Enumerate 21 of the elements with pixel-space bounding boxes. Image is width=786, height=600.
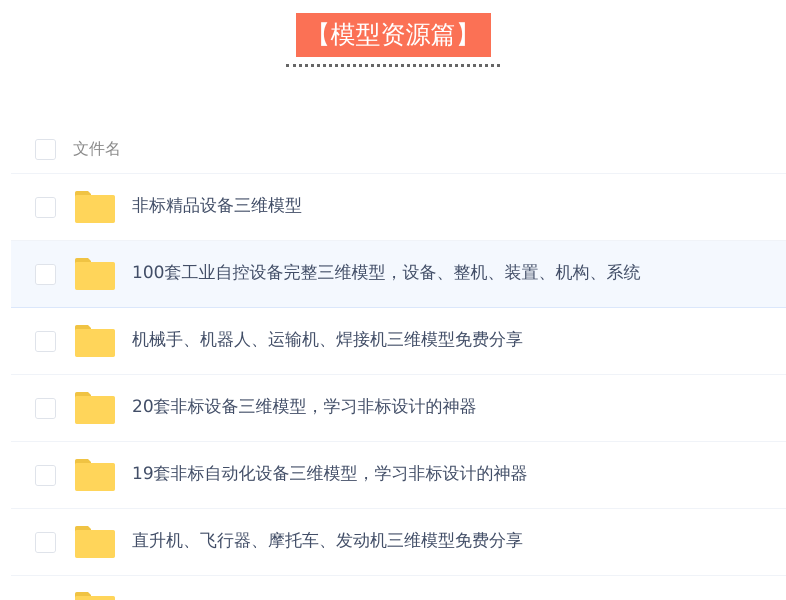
folder-icon — [75, 459, 115, 491]
folder-icon — [75, 258, 115, 290]
folder-icon — [75, 325, 115, 357]
checkbox[interactable] — [35, 196, 56, 218]
folder-name[interactable]: 19套非标自动化设备三维模型，学习非标设计的神器 — [132, 462, 528, 488]
checkbox[interactable] — [35, 330, 56, 352]
folder-name[interactable]: 20套非标设备三维模型，学习非标设计的神器 — [132, 395, 477, 421]
folder-icon — [75, 526, 115, 558]
checkbox[interactable] — [35, 532, 56, 552]
checkbox[interactable] — [35, 264, 56, 284]
folder-name[interactable]: 机械手、机器人、运输机、焊接机三维模型免费分享 — [132, 328, 523, 354]
checkbox[interactable] — [35, 138, 56, 160]
folder-name[interactable]: 100套工业自控设备完整三维模型，设备、整机、装置、机构、系统 — [132, 261, 640, 287]
folder-icon — [75, 191, 115, 223]
folder-icon — [75, 392, 115, 424]
folder-name[interactable]: 非标精品设备三维模型 — [132, 194, 302, 220]
folder-name[interactable]: 直升机、飞行器、摩托车、发动机三维模型免费分享 — [132, 529, 523, 555]
checkbox[interactable] — [35, 464, 56, 486]
checkbox[interactable] — [35, 398, 56, 418]
file-row[interactable]: 100套工业自控设备完整三维模型，设备、整机、装置、机构、系统 — [11, 241, 786, 308]
section-title: 【模型资源篇】 — [296, 13, 490, 57]
